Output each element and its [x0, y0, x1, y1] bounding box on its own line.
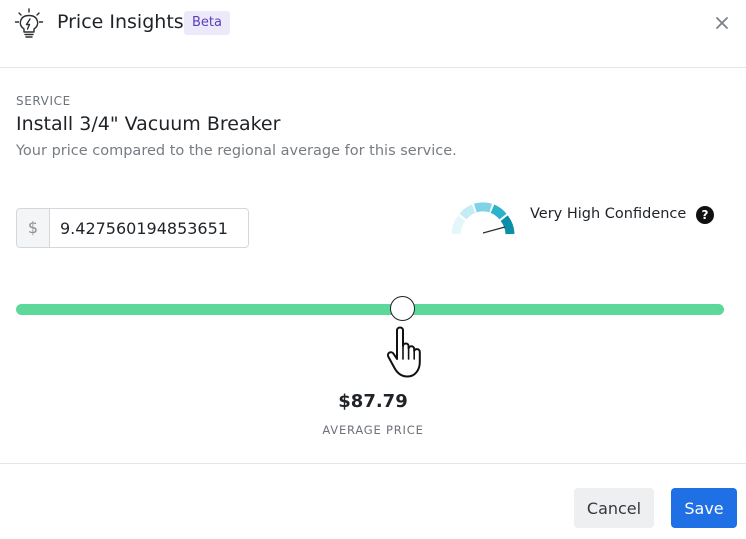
- gauge-segment-5: [500, 215, 515, 235]
- gauge-segment-2: [459, 204, 476, 220]
- gauge-segment-4: [490, 204, 507, 220]
- modal-header: Price Insights Beta: [0, 0, 746, 68]
- price-input-group: $: [16, 208, 249, 248]
- save-button[interactable]: Save: [671, 488, 737, 528]
- footer-divider: [0, 463, 746, 464]
- lightbulb-icon: [14, 8, 44, 38]
- cancel-button[interactable]: Cancel: [574, 488, 654, 528]
- service-name: Install 3/4" Vacuum Breaker: [16, 113, 281, 135]
- gauge-segment-1: [451, 215, 466, 235]
- price-insights-modal: Price Insights Beta SERVICE Install 3/4"…: [0, 0, 746, 539]
- average-price-label: AVERAGE PRICE: [322, 423, 424, 437]
- gauge-segment-3: [474, 202, 492, 213]
- price-slider-thumb[interactable]: [390, 296, 415, 321]
- average-price-value: $87.79: [338, 391, 408, 412]
- hand-pointer-icon: [386, 326, 421, 378]
- modal-title: Price Insights: [57, 11, 184, 33]
- confidence-label: Very High Confidence: [530, 206, 687, 222]
- question-circle-icon[interactable]: ?: [696, 206, 714, 224]
- service-section-label: SERVICE: [16, 94, 71, 108]
- confidence-gauge-icon: [451, 202, 515, 235]
- service-description: Your price compared to the regional aver…: [16, 143, 457, 159]
- price-input[interactable]: [50, 209, 248, 247]
- beta-badge: Beta: [184, 11, 230, 35]
- gauge-needle: [482, 226, 506, 234]
- close-icon[interactable]: [711, 12, 733, 34]
- price-slider-track[interactable]: [16, 304, 724, 315]
- currency-prefix: $: [17, 209, 50, 247]
